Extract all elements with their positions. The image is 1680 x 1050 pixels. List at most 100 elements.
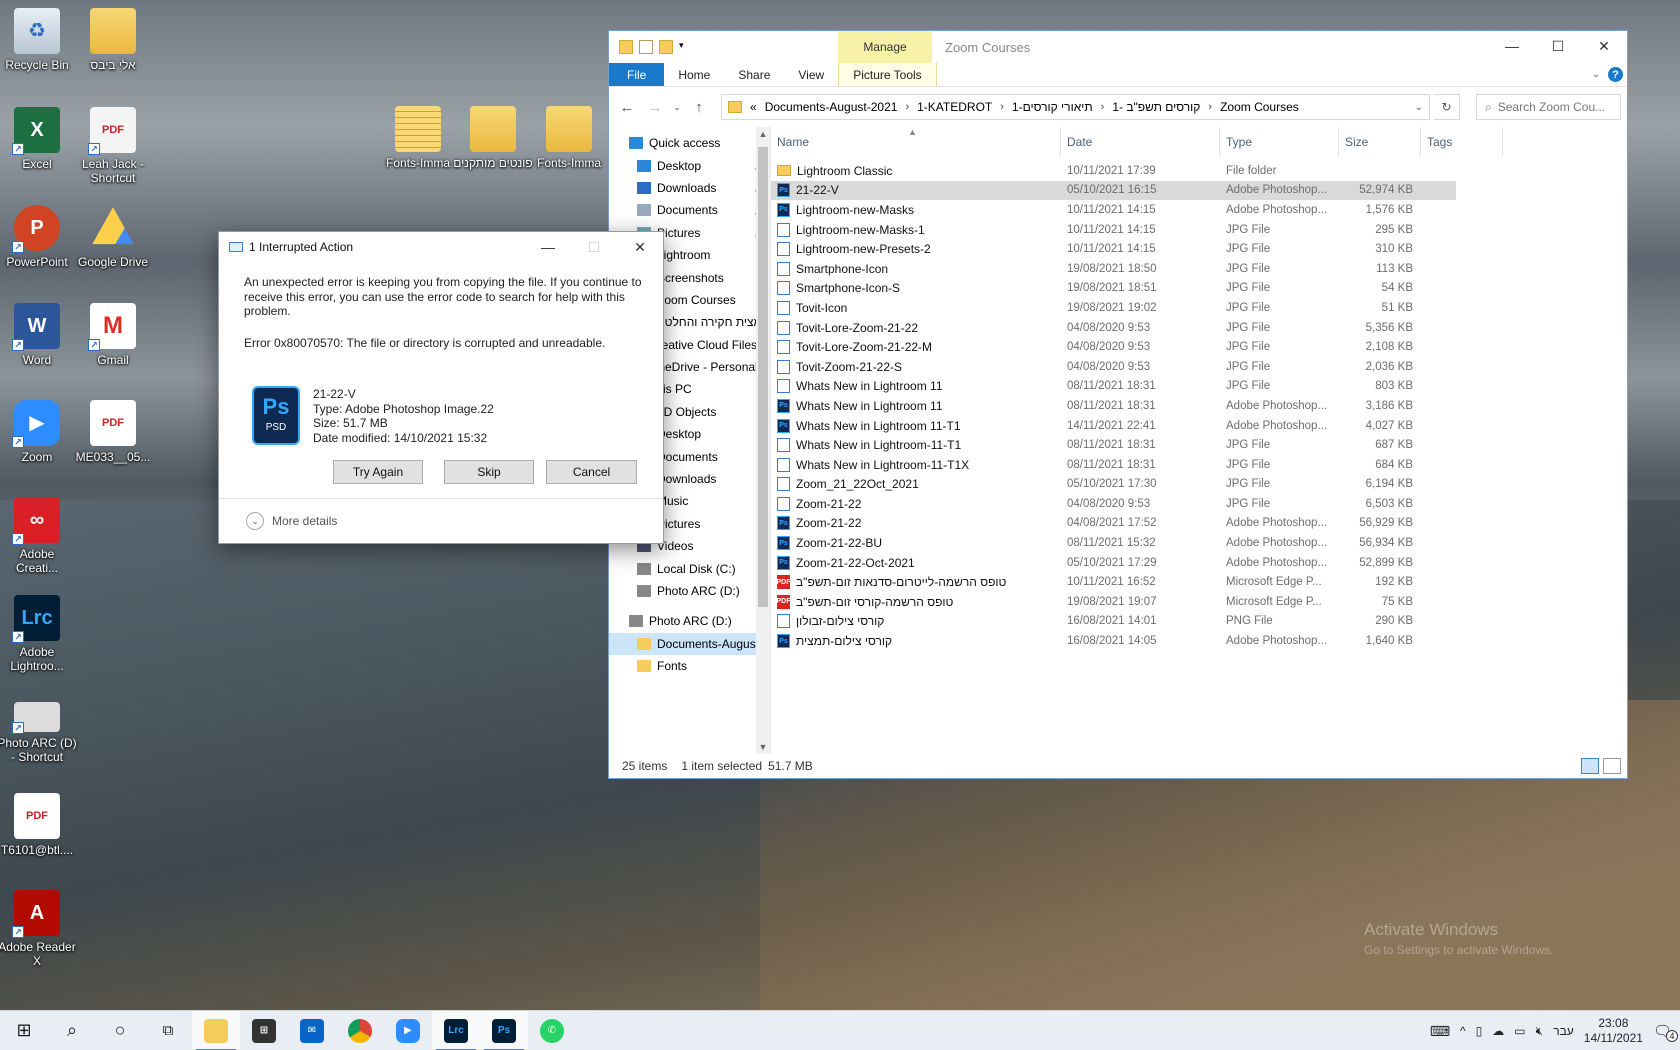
desktop-icon-adobe-reader[interactable]: A ↗ Adobe Reader X [0,890,77,968]
try-again-button[interactable]: Try Again [333,460,423,484]
desktop-icon-google-drive[interactable]: Google Drive [73,205,153,269]
taskbar-lightroom[interactable]: Lrc [432,1010,480,1050]
desktop-icon-zoom[interactable]: ▶ ↗ Zoom [0,400,77,464]
minimize-button[interactable]: — [525,232,571,262]
nav-item[interactable]: Local Disk (C:) [609,557,770,579]
breadcrumb-item[interactable]: תיאורי קורסים-1 [1012,100,1093,114]
onedrive-icon[interactable]: ☁ [1492,1024,1504,1038]
tab-home[interactable]: Home [664,63,724,86]
scrollbar-thumb[interactable] [758,147,768,607]
taskbar-chrome[interactable] [336,1011,384,1050]
start-button[interactable]: ⊞ [0,1011,48,1050]
file-row[interactable]: Ps Whats New in Lightroom 11-T1 14/11/2021… [771,416,1456,436]
minimize-button[interactable]: — [1489,31,1535,61]
chevron-right-icon[interactable]: › [1000,101,1004,113]
desktop-icon-fonts-installed[interactable]: פונטים מותקנים [453,106,533,170]
desktop-icon-photo-arc[interactable]: ↗ Photo ARC (D) - Shortcut [0,692,77,764]
column-date[interactable]: Date [1061,127,1220,157]
desktop-icon-lightroom[interactable]: Lrc ↗ Adobe Lightroo... [0,595,77,673]
file-row[interactable]: Ps 21-22-V 05/10/2021 16:15 Adobe Photoshop… [771,180,1456,201]
taskbar-mail[interactable]: ✉ [288,1011,336,1050]
chevron-down-icon[interactable]: ▾ [679,40,693,54]
details-view-button[interactable] [1581,758,1599,774]
more-details-toggle[interactable]: ⌄ More details [219,498,663,543]
taskbar-file-explorer[interactable] [192,1010,240,1050]
refresh-button[interactable]: ↻ [1434,94,1460,120]
notifications-button[interactable]: 🗨︎ 4 [1653,1022,1678,1042]
clock[interactable]: 23:08 14/11/2021 [1584,1016,1643,1046]
new-folder-icon[interactable] [659,40,673,54]
desktop-icon-recycle-bin[interactable]: ♻ Recycle Bin [0,8,77,72]
file-row[interactable]: קורסי צילום-זבולון 16/08/2021 14:01 PNG Fi… [771,612,1456,632]
device-icon[interactable]: ▯ [1476,1024,1483,1038]
desktop-icon-excel[interactable]: X ↗ Excel [0,107,77,171]
file-row[interactable]: Tovit-Lore-Zoom-21-22 04/08/2020 9:53 JPG … [771,318,1456,338]
file-row[interactable]: Ps Lightroom-new-Masks 10/11/2021 14:15 Ado… [771,200,1456,220]
scroll-down-icon[interactable]: ▼ [756,742,770,752]
file-row[interactable]: PDF טופס הרשמה-לייטרום-סדנאות זום-תשפ"ב 10… [771,572,1456,592]
nav-item[interactable]: Documents📌︎ [609,199,770,221]
nav-item[interactable]: Fonts [609,655,770,677]
file-row[interactable]: Zoom_21_22Oct_2021 05/10/2021 17:30 JPG Fi… [771,475,1456,495]
taskbar-whatsapp[interactable]: ✆ [528,1011,576,1050]
nav-item[interactable]: Photo ARC (D:) [609,580,770,602]
breadcrumb-item[interactable]: 1-KATEDROT [917,100,992,114]
large-icons-view-button[interactable] [1603,758,1621,774]
cortana-button[interactable]: ○ [96,1011,144,1050]
volume-muted-icon[interactable]: 🔇︎ [1536,1024,1544,1039]
touch-keyboard-icon[interactable]: ⌨ [1430,1023,1450,1040]
search-input[interactable]: ⌕ Search Zoom Cou... [1476,94,1621,120]
file-row[interactable]: Tovit-Lore-Zoom-21-22-M 04/08/2020 9:53 JP… [771,337,1456,357]
nav-item[interactable]: Quick access [609,132,770,154]
file-row[interactable]: Smartphone-Icon 19/08/2021 18:50 JPG File 1… [771,259,1456,279]
address-bar[interactable]: « Documents-August-2021 › 1-KATEDROT › ת… [721,94,1430,120]
desktop-icon-fonts-imma-zip[interactable]: Fonts-Imma [378,106,458,170]
desktop-icon-folder-eli[interactable]: אלי ביבס [73,8,153,72]
file-row[interactable]: Ps Zoom-21-22-BU 08/11/2021 15:32 Adobe Pho… [771,533,1456,553]
cancel-button[interactable]: Cancel [546,460,637,484]
file-row[interactable]: Ps Zoom-21-22 04/08/2021 17:52 Adobe Photos… [771,514,1456,534]
help-icon[interactable]: ? [1608,67,1623,82]
file-row[interactable]: PDF טופס הרשמה-קורסי זום-תשפ"ב 19/08/2021 … [771,592,1456,612]
expand-ribbon-icon[interactable]: ⌄ [1592,69,1600,80]
desktop-icon-creative-cloud[interactable]: ∞ ↗ Adobe Creati... [0,497,77,575]
breadcrumb-item[interactable]: קורסים תשפ"ב -1 [1112,100,1200,114]
chevron-right-icon[interactable]: › [1208,101,1212,113]
chevron-right-icon[interactable]: › [1101,101,1105,113]
forward-button[interactable]: → [643,99,667,116]
nav-item[interactable]: Downloads📌︎ [609,177,770,199]
file-row[interactable]: Smartphone-Icon-S 19/08/2021 18:51 JPG Fil… [771,279,1456,299]
file-row[interactable]: Ps Zoom-21-22-Oct-2021 05/10/2021 17:29 Ado… [771,553,1456,573]
chevron-up-icon[interactable]: ^ [1460,1024,1466,1038]
file-row[interactable]: Whats New in Lightroom-11-T1 08/11/2021 1… [771,435,1456,455]
tab-share[interactable]: Share [724,63,784,86]
search-button[interactable]: ⌕ [48,1011,96,1050]
file-row[interactable]: Ps קורסי צילום-תמצית 16/08/2021 14:05 Adobe… [771,631,1456,651]
file-row[interactable]: Ps Whats New in Lightroom 11 08/11/2021 18… [771,396,1456,416]
breadcrumb-item[interactable]: Zoom Courses [1220,100,1299,114]
desktop-icon-t6101[interactable]: PDF T6101@btl.... [0,793,77,857]
desktop-icon-fonts-imma[interactable]: Fonts-Imma [529,106,609,170]
maximize-button[interactable]: ☐ [1535,31,1581,61]
desktop-icon-word[interactable]: W ↗ Word [0,303,77,367]
breadcrumb-item[interactable]: Documents-August-2021 [765,100,898,114]
column-tags[interactable]: Tags [1421,127,1503,157]
column-size[interactable]: Size [1339,127,1421,157]
tab-view[interactable]: View [784,63,838,86]
chevron-down-icon[interactable]: ⌄ [1415,102,1423,113]
scroll-up-icon[interactable]: ▲ [756,129,770,139]
taskbar-zoom[interactable]: ▶ [384,1011,432,1050]
file-row[interactable]: Lightroom-new-Masks-1 10/11/2021 14:15 JPG… [771,220,1456,240]
chevron-right-icon[interactable]: › [905,101,909,113]
file-row[interactable]: Lightroom Classic 10/11/2021 17:39 File fo… [771,161,1456,181]
tab-manage[interactable]: Manage [838,31,932,63]
file-row[interactable]: Whats New in Lightroom 11 08/11/2021 18:3… [771,377,1456,397]
desktop-icon-leah-jack[interactable]: PDF ↗ Leah Jack - Shortcut [73,107,153,185]
skip-button[interactable]: Skip [444,460,534,484]
network-icon[interactable]: ▭ [1514,1024,1525,1038]
tab-picture-tools[interactable]: Picture Tools [838,63,937,86]
task-view-button[interactable]: ⧉ [144,1011,192,1050]
navigation-scrollbar[interactable]: ▲ ▼ [756,127,770,754]
back-button[interactable]: ← [615,99,639,116]
nav-item[interactable]: Documents-August-2021 [609,632,770,655]
